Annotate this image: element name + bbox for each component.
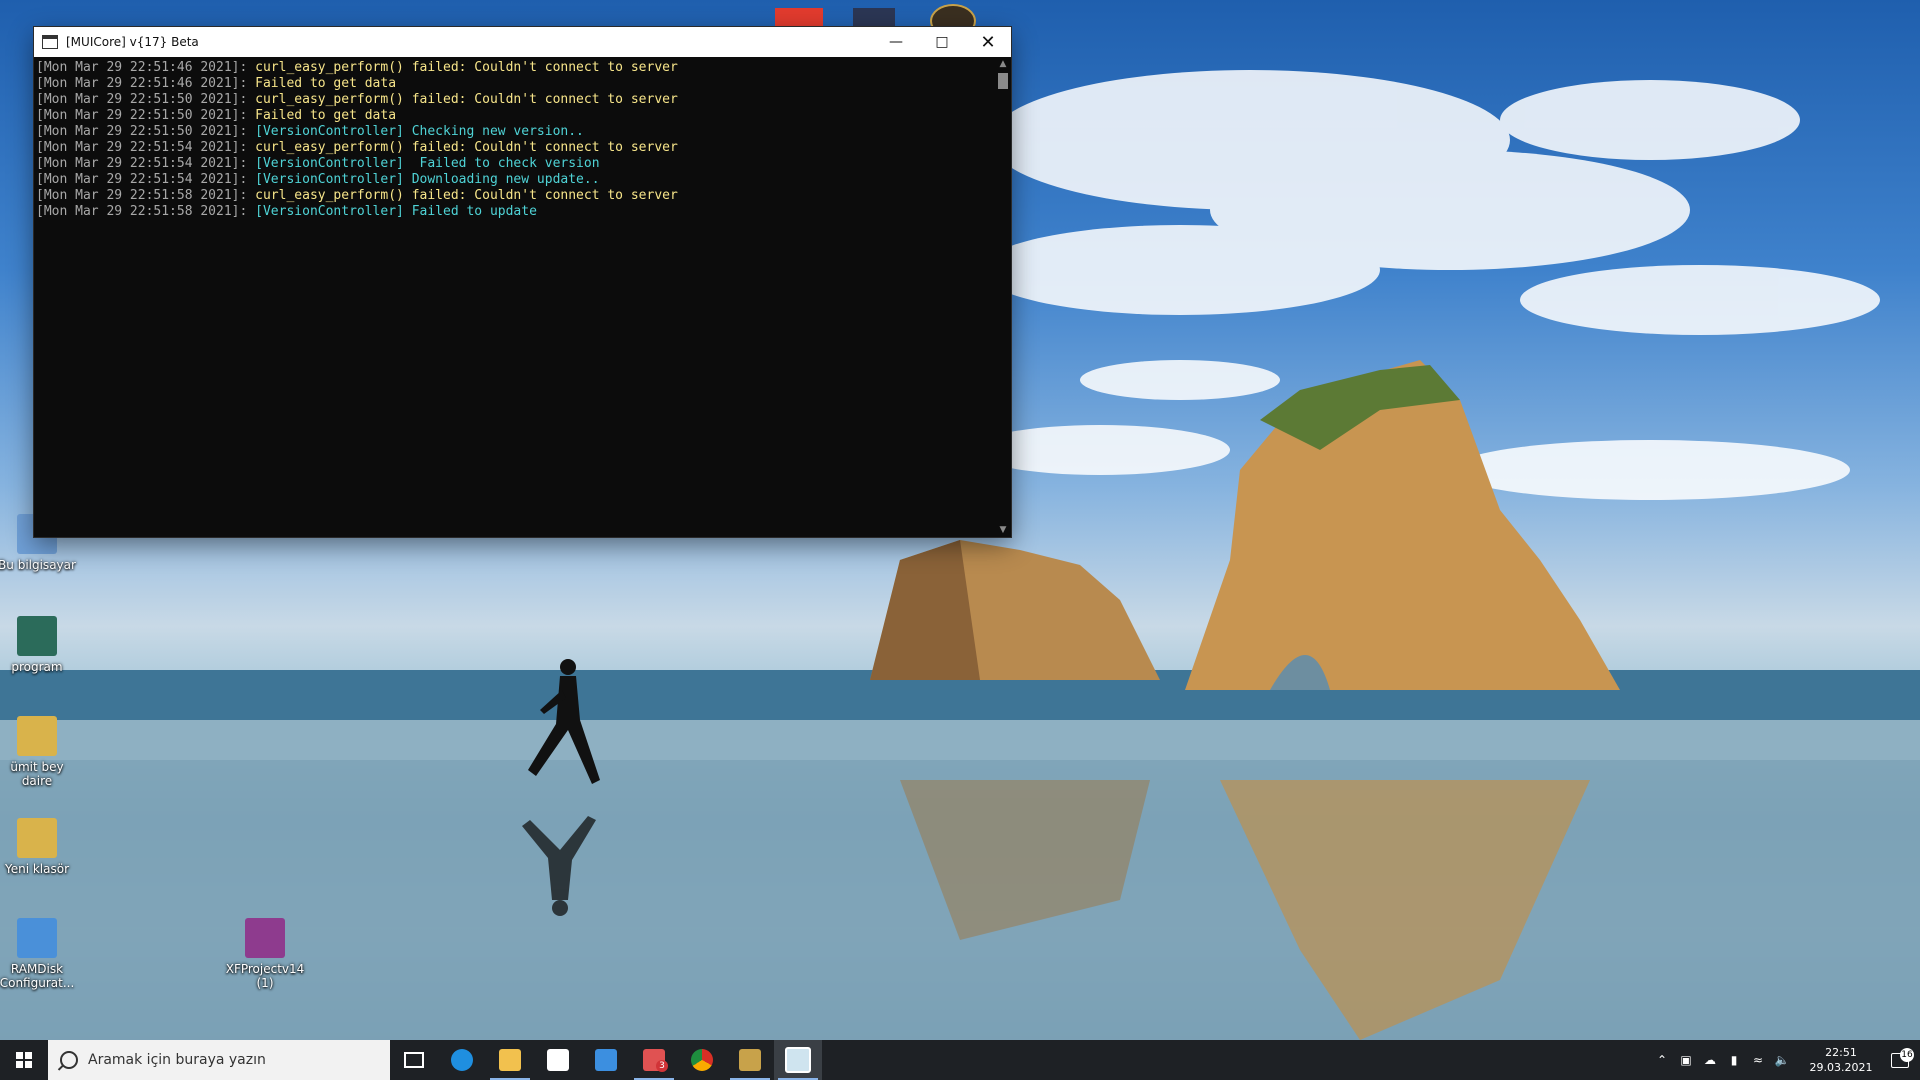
maximize-button[interactable]: □ [919,27,965,57]
folder-icon [17,818,57,858]
program-icon [17,616,57,656]
device-icon[interactable]: ▣ [1674,1053,1698,1067]
desktop-icon-label: RAMDisk Configurat... [0,962,75,990]
desktop-icon-label: Bu bilgisayar [0,558,76,572]
taskbar-app-remote[interactable]: 3 [630,1040,678,1080]
taskbar-app-file-explorer[interactable] [486,1040,534,1080]
minimize-icon: — [889,34,903,50]
log-timestamp: [Mon Mar 29 22:51:58 2021]: [36,204,248,219]
minimize-button[interactable]: — [873,27,919,57]
task-view-button[interactable] [390,1040,438,1080]
desktop-icon-program[interactable]: program [0,616,80,674]
chrome-icon [691,1049,713,1071]
console-log-line: [Mon Mar 29 22:51:54 2021]: [VersionCont… [36,172,995,188]
taskbar-app-edge[interactable] [438,1040,486,1080]
console-app-icon[interactable] [42,35,58,49]
taskbar-search-box[interactable]: Aramak için buraya yazın [48,1040,390,1080]
scroll-up-icon[interactable]: ▲ [995,57,1011,71]
taskbar-app-mail[interactable] [582,1040,630,1080]
console-log-line: [Mon Mar 29 22:51:54 2021]: [VersionCont… [36,156,995,172]
close-icon: ✕ [980,31,996,53]
desktop-icon-label: XFProjectv14 (1) [225,962,305,990]
console-log-line: [Mon Mar 29 22:51:54 2021]: curl_easy_pe… [36,140,995,156]
log-message: curl_easy_perform() failed: Couldn't con… [255,188,678,203]
log-message: [VersionController] Downloading new upda… [255,172,600,187]
log-timestamp: [Mon Mar 29 22:51:54 2021]: [36,156,248,171]
log-message: [VersionController] Failed to check vers… [255,156,600,171]
desktop-icon-yeni-klasor[interactable]: Yeni klasör [0,818,80,876]
scroll-down-icon[interactable]: ▼ [995,523,1011,537]
surf [0,720,1920,760]
search-icon [60,1051,78,1069]
log-message: [VersionController] Checking new version… [255,124,584,139]
clock-time: 22:51 [1825,1046,1857,1059]
scroll-thumb[interactable] [998,73,1008,89]
winrar-icon [245,918,285,958]
console-log-line: [Mon Mar 29 22:51:50 2021]: curl_easy_pe… [36,92,995,108]
console-log-line: [Mon Mar 29 22:51:46 2021]: curl_easy_pe… [36,60,995,76]
taskbar-app-console[interactable] [774,1040,822,1080]
notification-center-button[interactable]: 16 [1880,1047,1920,1068]
volume-icon[interactable]: 🔈 [1770,1053,1794,1067]
desktop-icon-label: ümit bey daire [10,760,64,788]
desktop-icon-label: Yeni klasör [4,862,70,876]
log-message: curl_easy_perform() failed: Couldn't con… [255,140,678,155]
notification-count: 16 [1900,1047,1914,1062]
desktop-icon-ramdisk[interactable]: RAMDisk Configurat... [0,918,80,990]
log-timestamp: [Mon Mar 29 22:51:54 2021]: [36,172,248,187]
archive-icon [17,716,57,756]
mail-icon [595,1049,617,1071]
log-timestamp: [Mon Mar 29 22:51:54 2021]: [36,140,248,155]
log-timestamp: [Mon Mar 29 22:51:50 2021]: [36,108,248,123]
folder-icon [499,1049,521,1071]
system-tray: ⌃ ▣ ☁ ▮ ≈ 🔈 22:51 29.03.2021 16 [1650,1040,1920,1080]
log-timestamp: [Mon Mar 29 22:51:58 2021]: [36,188,248,203]
console-output[interactable]: [Mon Mar 29 22:51:46 2021]: curl_easy_pe… [34,57,995,537]
console-log-line: [Mon Mar 29 22:51:46 2021]: Failed to ge… [36,76,995,92]
console-log-line: [Mon Mar 29 22:51:58 2021]: [VersionCont… [36,204,995,220]
chevron-up-icon[interactable]: ⌃ [1650,1053,1674,1067]
cloud-icon[interactable]: ☁ [1698,1053,1722,1067]
log-message: Failed to get data [255,76,397,91]
arch-rock [1185,360,1620,690]
edge-icon [451,1049,473,1071]
log-timestamp: [Mon Mar 29 22:51:50 2021]: [36,124,248,139]
log-timestamp: [Mon Mar 29 22:51:46 2021]: [36,76,248,91]
log-message: [VersionController] Failed to update [255,204,537,219]
store-icon [547,1049,569,1071]
ramdisk-icon [17,918,57,958]
close-button[interactable]: ✕ [965,27,1011,57]
app-badge: 3 [656,1060,668,1072]
league-icon [739,1049,761,1071]
desktop-icon-umit-bey-daire[interactable]: ümit bey daire [0,716,80,788]
window-titlebar[interactable]: [MUICore] v{17} Beta — □ ✕ [34,27,1011,57]
search-placeholder: Aramak için buraya yazın [88,1052,266,1068]
clock-date: 29.03.2021 [1809,1061,1873,1074]
start-button[interactable] [0,1040,48,1080]
desktop-icon-xfproject[interactable]: XFProjectv14 (1) [222,918,308,990]
log-message: curl_easy_perform() failed: Couldn't con… [255,60,678,75]
log-timestamp: [Mon Mar 29 22:51:46 2021]: [36,60,248,75]
maximize-icon: □ [935,34,949,50]
taskbar: Aramak için buraya yazın 3 ⌃ ▣ ☁ ▮ ≈ 🔈 2… [0,1040,1920,1080]
windows-logo-icon [16,1052,32,1068]
task-view-icon [404,1052,424,1068]
console-log-line: [Mon Mar 29 22:51:50 2021]: Failed to ge… [36,108,995,124]
console-icon [785,1047,811,1073]
taskbar-app-store[interactable] [534,1040,582,1080]
taskbar-app-chrome[interactable] [678,1040,726,1080]
console-log-line: [Mon Mar 29 22:51:50 2021]: [VersionCont… [36,124,995,140]
vertical-scrollbar[interactable]: ▲ ▼ [995,57,1011,537]
console-window[interactable]: [MUICore] v{17} Beta — □ ✕ [Mon Mar 29 2… [34,27,1011,537]
log-message: Failed to get data [255,108,397,123]
desktop-icon-label: program [11,660,63,674]
window-title: [MUICore] v{17} Beta [66,35,199,49]
taskbar-app-league[interactable] [726,1040,774,1080]
console-log-line: [Mon Mar 29 22:51:58 2021]: curl_easy_pe… [36,188,995,204]
battery-icon[interactable]: ▮ [1722,1053,1746,1067]
log-message: curl_easy_perform() failed: Couldn't con… [255,92,678,107]
log-timestamp: [Mon Mar 29 22:51:50 2021]: [36,92,248,107]
wifi-icon[interactable]: ≈ [1746,1053,1770,1067]
taskbar-clock[interactable]: 22:51 29.03.2021 [1802,1045,1880,1075]
